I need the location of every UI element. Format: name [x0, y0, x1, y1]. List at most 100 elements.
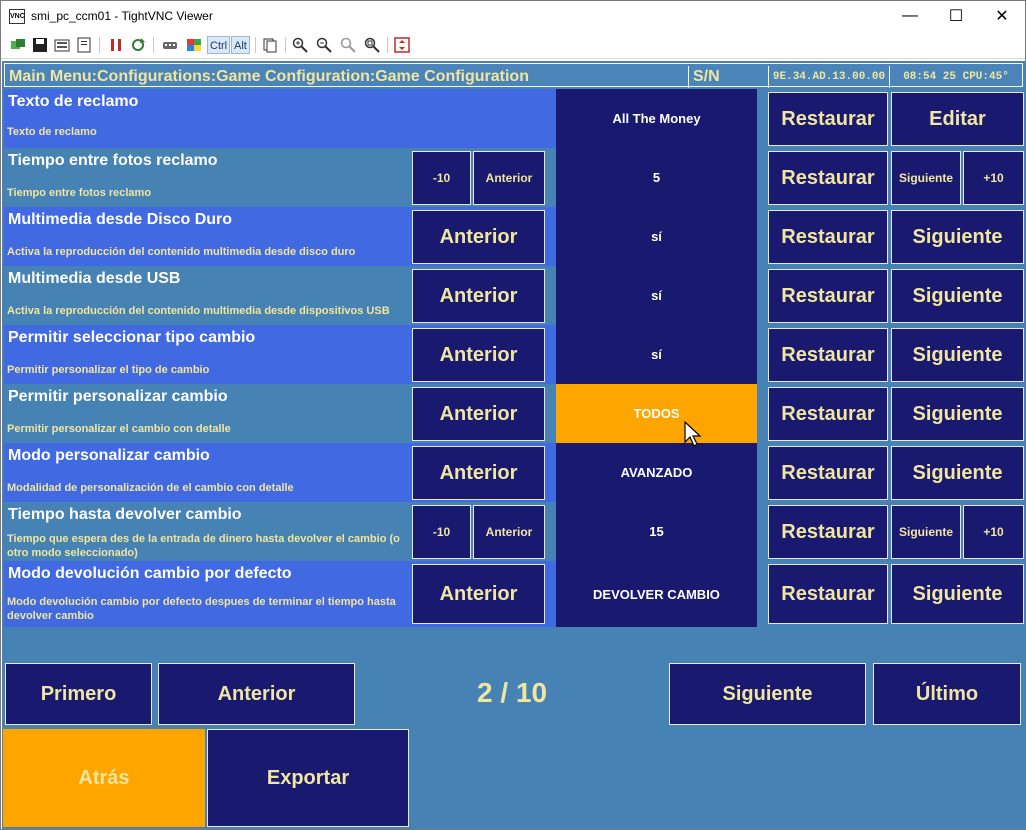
pause-icon[interactable]: [107, 36, 125, 54]
window-title: smi_pc_ccm01 - TightVNC Viewer: [31, 9, 213, 23]
restore-button[interactable]: Restaurar: [768, 387, 888, 441]
next-button[interactable]: Siguiente: [891, 210, 1024, 264]
setting-title: Multimedia desde USB: [8, 270, 181, 287]
fullscreen-icon[interactable]: [393, 36, 411, 54]
remote-screen[interactable]: Main Menu:Configurations:Game Configurat…: [2, 61, 1026, 829]
next-button[interactable]: Siguiente: [891, 269, 1024, 323]
setting-title: Texto de reclamo: [8, 93, 139, 110]
next-button[interactable]: Siguiente: [891, 505, 961, 559]
restore-button[interactable]: Restaurar: [768, 151, 888, 205]
zoom-out-icon[interactable]: [315, 36, 333, 54]
setting-description: Permitir personalizar el tipo de cambio: [7, 364, 210, 376]
alt-key-toggle[interactable]: Alt: [231, 36, 250, 54]
setting-value: sí: [556, 266, 757, 325]
next-button[interactable]: Siguiente: [891, 564, 1024, 624]
maximize-button[interactable]: ☐: [933, 1, 979, 31]
setting-title: Permitir seleccionar tipo cambio: [8, 329, 256, 346]
restore-button[interactable]: Restaurar: [768, 92, 888, 146]
zoom-in-icon[interactable]: [291, 36, 309, 54]
setting-value-selected[interactable]: TODOS: [556, 384, 757, 443]
setting-description: Tiempo que espera des de la entrada de d…: [7, 533, 400, 559]
setting-description: Activa la reproducción del contenido mul…: [7, 305, 390, 317]
toolbar-separator: [99, 37, 100, 53]
setting-value: AVANZADO: [556, 443, 757, 502]
title-bar: VNC smi_pc_ccm01 - TightVNC Viewer — ☐ ✕: [1, 1, 1025, 32]
send-start-icon[interactable]: [185, 36, 203, 54]
toolbar-separator: [153, 37, 154, 53]
menu-header-bar: Main Menu:Configurations:Game Configurat…: [4, 63, 1023, 88]
previous-button[interactable]: Anterior: [473, 151, 545, 205]
toolbar-separator: [255, 37, 256, 53]
restore-button[interactable]: Restaurar: [768, 269, 888, 323]
breadcrumb: Main Menu:Configurations:Game Configurat…: [5, 66, 689, 88]
setting-title: Permitir personalizar cambio: [8, 388, 228, 405]
previous-button[interactable]: Anterior: [412, 564, 545, 624]
setting-title: Tiempo entre fotos reclamo: [8, 152, 218, 169]
minimize-button[interactable]: —: [887, 1, 933, 31]
plus-10-button[interactable]: +10: [963, 151, 1024, 205]
previous-button[interactable]: Anterior: [412, 446, 545, 500]
previous-page-button[interactable]: Anterior: [158, 663, 355, 725]
vnc-app-icon: VNC: [9, 9, 25, 24]
clock-cpu-status: 08:54 25 CPU:45°: [903, 71, 1009, 83]
setting-title: Tiempo hasta devolver cambio: [8, 506, 242, 523]
previous-button[interactable]: Anterior: [473, 505, 545, 559]
setting-title: Multimedia desde Disco Duro: [8, 211, 233, 228]
minus-10-button[interactable]: -10: [412, 151, 471, 205]
first-page-button[interactable]: Primero: [5, 663, 152, 725]
setting-description: Modo devolución cambio por defecto despu…: [7, 596, 396, 622]
setting-value: sí: [556, 325, 757, 384]
options-icon[interactable]: [53, 36, 71, 54]
vnc-toolbar: Ctrl Alt: [1, 32, 1025, 59]
page-indicator: 2 / 10: [476, 677, 548, 708]
setting-title: Modo devolución cambio por defecto: [8, 565, 292, 582]
setting-description: Tiempo entre fotos reclamo: [7, 187, 152, 199]
setting-description: Texto de reclamo: [7, 126, 97, 138]
next-button[interactable]: Siguiente: [891, 328, 1024, 382]
close-button[interactable]: ✕: [979, 1, 1025, 31]
edit-button[interactable]: Editar: [891, 92, 1024, 146]
zoom-fit-icon[interactable]: [363, 36, 381, 54]
setting-value: DEVOLVER CAMBIO: [556, 561, 757, 627]
next-button[interactable]: Siguiente: [891, 387, 1024, 441]
minus-10-button[interactable]: -10: [412, 505, 471, 559]
setting-description: Modalidad de personalización de el cambi…: [7, 482, 294, 494]
previous-button[interactable]: Anterior: [412, 269, 545, 323]
setting-title: Modo personalizar cambio: [8, 447, 210, 464]
next-button[interactable]: Siguiente: [891, 151, 961, 205]
plus-10-button[interactable]: +10: [963, 505, 1024, 559]
restore-button[interactable]: Restaurar: [768, 564, 888, 624]
restore-button[interactable]: Restaurar: [768, 210, 888, 264]
zoom-100-icon[interactable]: [339, 36, 357, 54]
vnc-viewer-window: VNC smi_pc_ccm01 - TightVNC Viewer — ☐ ✕…: [0, 0, 1026, 830]
export-button[interactable]: Exportar: [207, 729, 409, 827]
ctrl-key-toggle[interactable]: Ctrl: [207, 36, 231, 54]
setting-row-label: Texto de reclamo Texto de reclamo: [4, 89, 556, 148]
next-button[interactable]: Siguiente: [891, 446, 1024, 500]
back-button[interactable]: Atrás: [3, 729, 205, 827]
restore-button[interactable]: Restaurar: [768, 328, 888, 382]
clipboard-icon[interactable]: [261, 36, 279, 54]
previous-button[interactable]: Anterior: [412, 328, 545, 382]
send-ctrl-alt-del-icon[interactable]: [161, 36, 179, 54]
setting-value: 15: [556, 502, 757, 561]
save-icon[interactable]: [31, 36, 49, 54]
refresh-icon[interactable]: [129, 36, 147, 54]
toolbar-separator: [387, 37, 388, 53]
setting-value: 5: [556, 148, 757, 207]
restore-button[interactable]: Restaurar: [768, 505, 888, 559]
setting-value: All The Money: [556, 89, 757, 148]
toolbar-separator: [285, 37, 286, 53]
last-page-button[interactable]: Último: [873, 663, 1021, 725]
setting-description: Activa la reproducción del contenido mul…: [7, 246, 356, 258]
serial-number-label: S/N: [689, 66, 769, 88]
info-icon[interactable]: [75, 36, 93, 54]
mouse-cursor-icon: [684, 420, 702, 452]
restore-button[interactable]: Restaurar: [768, 446, 888, 500]
next-page-button[interactable]: Siguiente: [669, 663, 866, 725]
previous-button[interactable]: Anterior: [412, 210, 545, 264]
previous-button[interactable]: Anterior: [412, 387, 545, 441]
serial-number-value: 9E.34.AD.13.00.00: [769, 66, 890, 88]
setting-value: sí: [556, 207, 757, 266]
new-connection-icon[interactable]: [9, 36, 27, 54]
